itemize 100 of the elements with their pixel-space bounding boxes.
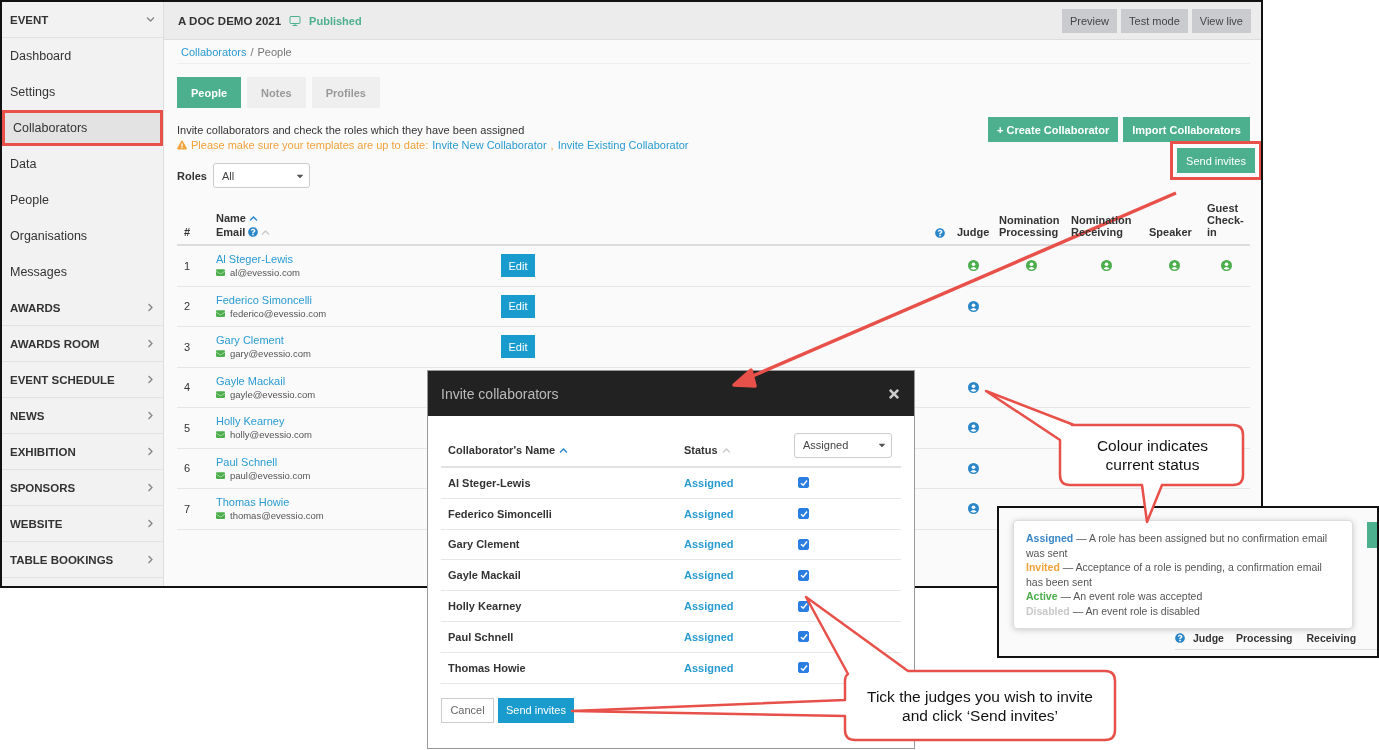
email-text: gayle@evessio.com (230, 388, 316, 400)
checkbox[interactable] (798, 569, 809, 581)
chevron-right-icon (146, 339, 155, 348)
status-text: Assigned (684, 661, 735, 674)
legend-entry: Active — An event role was accepted (1026, 589, 1204, 604)
row-number: 4 (183, 381, 192, 394)
help-icon[interactable] (248, 227, 259, 237)
toolbar-button[interactable]: Preview (1061, 8, 1118, 33)
status-dropdown[interactable]: Assigned (794, 432, 892, 458)
row-number: 6 (183, 462, 192, 475)
column-header[interactable]: Email (216, 226, 246, 238)
sidebar-item[interactable]: Data (2, 146, 163, 182)
column-header[interactable]: Collaborator's Name (448, 444, 556, 456)
sidebar-item[interactable]: WEBSITE (2, 506, 163, 542)
legend-entry: Invited — Acceptance of a role is pending, a confirmation email has been sent (1026, 560, 1323, 589)
status-label: Published (309, 14, 362, 27)
monitor-icon (289, 14, 302, 27)
column-header: Nomination Processing (998, 214, 1061, 238)
column-header: Receiving (1306, 632, 1357, 644)
status-text: Assigned (684, 600, 735, 613)
collaborator-name: Al Steger-Lewis (448, 476, 532, 489)
envelope-icon (216, 511, 225, 521)
roles-label: Roles (177, 169, 207, 182)
sidebar-item[interactable]: AWARDS (2, 290, 163, 326)
link-separator: , (550, 139, 554, 151)
sidebar-item[interactable]: Organisations (2, 218, 163, 254)
email-text: gary@evessio.com (230, 348, 311, 360)
email-text: holly@evessio.com (230, 429, 312, 441)
cancel-button[interactable]: Cancel (441, 697, 494, 723)
checkbox[interactable] (798, 662, 809, 674)
chevron-right-icon (146, 519, 155, 528)
column-header: # (183, 226, 192, 238)
sidebar-item[interactable]: EVENT SCHEDULE (2, 362, 163, 398)
legend-entry: Assigned — A role has been assigned but no confirmation email was sent (1026, 531, 1329, 560)
row-number: 2 (183, 300, 192, 313)
chevron-right-icon (146, 375, 155, 384)
collaborator-name: Federico Simoncelli (448, 507, 553, 520)
checkbox[interactable] (798, 539, 809, 550)
event-title: A DOC DEMO 2021 (178, 14, 282, 27)
checkbox[interactable] (798, 631, 809, 643)
envelope-icon (216, 308, 225, 318)
status-text: Assigned (684, 538, 735, 551)
status-text: Assigned (684, 630, 735, 643)
sidebar-item[interactable]: EVENT (2, 2, 163, 38)
warning-icon (177, 140, 187, 150)
breadcrumb-separator: / (250, 45, 254, 58)
chevron-right-icon (146, 555, 155, 564)
status-text: Assigned (684, 507, 735, 520)
breadcrumb-current: People (257, 45, 292, 58)
sidebar-item[interactable]: TABLE BOOKINGS (2, 542, 163, 578)
row-number: 5 (183, 421, 192, 434)
envelope-icon (216, 349, 225, 359)
email-text: thomas@evessio.com (230, 510, 324, 522)
chevron-right-icon (146, 411, 155, 420)
row-number: 1 (183, 259, 192, 272)
roles-dropdown[interactable]: All (212, 163, 310, 188)
callout-text: Tick the judges you wish to invite and click ‘Send invites’ (866, 687, 1094, 725)
description-text: Invite collaborators and check the roles which they have been assigned (177, 124, 526, 136)
chevron-right-icon (146, 303, 155, 312)
dialog-title: Invite collaborators (441, 385, 559, 402)
toolbar-button[interactable]: View live (1191, 8, 1251, 33)
sidebar-item[interactable]: AWARDS ROOM (2, 326, 163, 362)
email-text: federico@evessio.com (230, 307, 327, 319)
column-header: Speaker (1148, 226, 1193, 238)
chevron-right-icon (146, 447, 155, 456)
collaborator-name: Gary Clement (448, 538, 521, 551)
sidebar-item[interactable]: Settings (2, 74, 163, 110)
row-number: 3 (183, 340, 192, 353)
column-header[interactable]: Name (216, 212, 246, 224)
warning-text: Please make sure your templates are up to date: (191, 139, 429, 151)
sidebar-item[interactable]: Dashboard (2, 38, 163, 74)
sort-up-icon[interactable] (559, 445, 569, 455)
help-icon[interactable] (935, 228, 945, 238)
email-text: al@evessio.com (230, 267, 300, 279)
envelope-icon (216, 389, 225, 399)
email-text: paul@evessio.com (230, 469, 311, 481)
checkbox[interactable] (798, 508, 809, 520)
sidebar-item[interactable]: NEWS (2, 398, 163, 434)
chevron-down-icon (146, 15, 155, 24)
chevron-right-icon (146, 483, 155, 492)
column-header: Processing (1235, 632, 1293, 644)
column-header[interactable]: Status (684, 444, 718, 456)
sidebar-item[interactable]: Collaborators (2, 110, 163, 146)
sidebar-item[interactable]: People (2, 182, 163, 218)
close-icon[interactable] (887, 386, 901, 401)
collaborator-name: Paul Schnell (448, 630, 515, 643)
column-header: Judge (1193, 632, 1224, 644)
sidebar-item[interactable]: SPONSORS (2, 470, 163, 506)
toolbar-button[interactable]: Test mode (1121, 8, 1188, 33)
collaborator-name: Thomas Howie (448, 661, 527, 674)
help-icon[interactable] (1175, 633, 1185, 643)
sort-up-icon[interactable] (248, 213, 258, 223)
envelope-icon (216, 268, 225, 278)
sidebar-item[interactable]: EXHIBITION (2, 434, 163, 470)
status-text: Assigned (684, 476, 735, 489)
column-header: Judge (956, 226, 991, 238)
sidebar-item[interactable]: Messages (2, 254, 163, 290)
envelope-icon (216, 470, 225, 480)
collaborator-name: Gayle Mackail (448, 569, 522, 582)
checkbox[interactable] (798, 477, 809, 489)
